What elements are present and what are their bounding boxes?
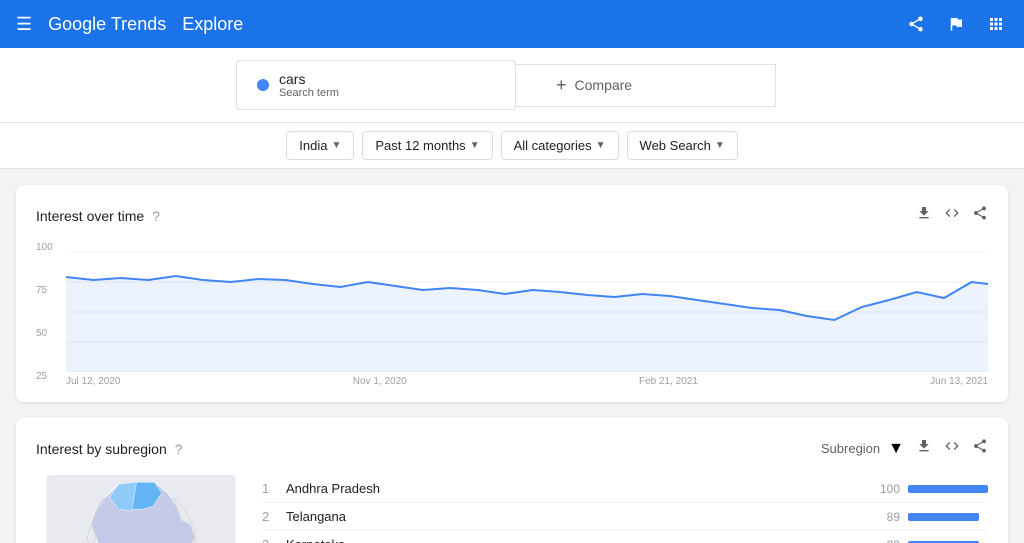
region-filter[interactable]: India ▼ (286, 131, 354, 160)
apps-icon[interactable] (984, 12, 1008, 36)
share-chart-icon[interactable] (972, 205, 988, 226)
interest-over-time-title: Interest over time (36, 208, 144, 224)
interest-by-subregion-card: Interest by subregion ? Subregion ▼ (16, 418, 1008, 543)
subregion-download-icon[interactable] (916, 438, 932, 459)
search-term-label: Search term (279, 87, 339, 99)
time-label: Past 12 months (375, 138, 465, 153)
search-term-box[interactable]: cars Search term (236, 60, 516, 110)
subregion-value-2: 89 (870, 510, 900, 524)
region-label: India (299, 138, 327, 153)
subregion-filter-row: Subregion ▼ (821, 440, 904, 458)
subregion-item-1: 1 Andhra Pradesh 100 (262, 475, 988, 503)
time-chevron: ▼ (470, 140, 480, 151)
subregion-card-actions: Subregion ▼ (821, 438, 988, 459)
search-term-value: cars (279, 71, 339, 87)
logo: Google Trends (48, 14, 166, 35)
card-actions (916, 205, 988, 226)
search-type-filter[interactable]: Web Search ▼ (627, 131, 738, 160)
subregion-bar-wrap-2 (908, 513, 988, 521)
app-header: ☰ Google Trends Explore (0, 0, 1024, 48)
x-label-3: Feb 21, 2021 (639, 376, 698, 387)
subregion-item-3: 3 Karnataka 89 (262, 531, 988, 543)
subregion-bar-wrap-1 (908, 485, 988, 493)
logo-text: Google Trends (48, 14, 166, 35)
filter-bar: India ▼ Past 12 months ▼ All categories … (0, 123, 1024, 169)
y-label-25: 25 (36, 371, 53, 382)
explore-label: Explore (182, 14, 243, 35)
india-map: India (36, 475, 246, 543)
interest-over-time-card: Interest over time ? 100 75 50 25 (16, 185, 1008, 402)
search-type-chevron: ▼ (715, 140, 725, 151)
y-label-75: 75 (36, 285, 53, 296)
compare-label: Compare (575, 77, 633, 93)
subregion-bar-1 (908, 485, 988, 493)
subregion-title: Interest by subregion (36, 441, 167, 457)
subregion-item-2: 2 Telangana 89 (262, 503, 988, 531)
category-label: All categories (514, 138, 592, 153)
rank-3: 3 (262, 537, 278, 543)
main-content: Interest over time ? 100 75 50 25 (0, 169, 1024, 543)
search-type-label: Web Search (640, 138, 711, 153)
embed-icon[interactable] (944, 205, 960, 226)
flag-icon[interactable] (944, 12, 968, 36)
share-icon[interactable] (904, 12, 928, 36)
subregion-name-3: Karnataka (286, 537, 862, 543)
card-title-row: Interest over time ? (36, 208, 160, 224)
subregion-bar-2 (908, 513, 979, 521)
region-chevron: ▼ (331, 140, 341, 151)
x-label-1: Jul 12, 2020 (66, 376, 121, 387)
help-icon[interactable]: ? (152, 208, 160, 224)
subregion-title-row: Interest by subregion ? (36, 441, 183, 457)
compare-box[interactable]: + Compare (516, 64, 776, 107)
subregion-dropdown-chevron[interactable]: ▼ (888, 440, 904, 458)
x-label-2: Nov 1, 2020 (353, 376, 407, 387)
subregion-content: India 1 Andhra Pradesh 100 2 Telangana 8… (36, 475, 988, 543)
category-filter[interactable]: All categories ▼ (501, 131, 619, 160)
chart-x-labels: Jul 12, 2020 Nov 1, 2020 Feb 21, 2021 Ju… (66, 376, 988, 387)
chart-area: 100 75 50 25 (36, 242, 988, 382)
search-dot (257, 79, 269, 91)
subregion-value-1: 100 (870, 482, 900, 496)
subregion-help-icon[interactable]: ? (175, 441, 183, 457)
subregion-name-2: Telangana (286, 509, 862, 524)
subregion-list: 1 Andhra Pradesh 100 2 Telangana 89 (262, 475, 988, 543)
download-icon[interactable] (916, 205, 932, 226)
y-label-100: 100 (36, 242, 53, 253)
subregion-name-1: Andhra Pradesh (286, 481, 862, 496)
rank-1: 1 (262, 481, 278, 496)
x-label-4: Jun 13, 2021 (930, 376, 988, 387)
header-icons (904, 12, 1008, 36)
search-bar-area: cars Search term + Compare (0, 48, 1024, 123)
chart-y-labels: 100 75 50 25 (36, 242, 53, 382)
y-label-50: 50 (36, 328, 53, 339)
subregion-embed-icon[interactable] (944, 438, 960, 459)
search-term-info: cars Search term (279, 71, 339, 99)
subregion-share-icon[interactable] (972, 438, 988, 459)
card-header: Interest over time ? (36, 205, 988, 226)
time-filter[interactable]: Past 12 months ▼ (362, 131, 492, 160)
subregion-value-3: 89 (870, 538, 900, 543)
chart-svg-wrap (66, 252, 988, 372)
subregion-dropdown-label: Subregion (821, 441, 880, 456)
subregion-card-header: Interest by subregion ? Subregion ▼ (36, 438, 988, 459)
rank-2: 2 (262, 509, 278, 524)
menu-icon[interactable]: ☰ (16, 14, 32, 35)
compare-plus-icon: + (556, 75, 567, 96)
category-chevron: ▼ (596, 140, 606, 151)
